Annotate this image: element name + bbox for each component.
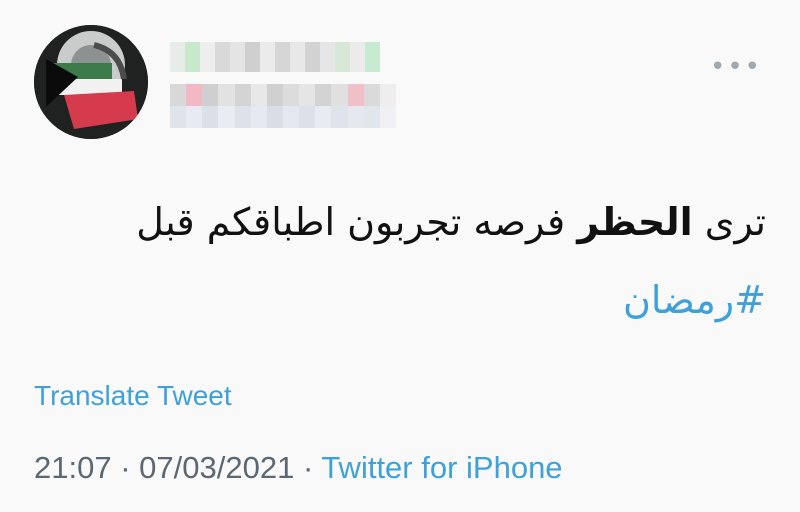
hashtag-link[interactable]: #رمضان [623,274,766,326]
tweet-date[interactable]: 07/03/2021 [139,450,294,485]
tweet-text-part: فرصه تجربون اطباقكم قبل [136,200,578,244]
tweet-text-bold: الحظر [577,200,693,244]
avatar[interactable] [34,25,148,139]
tweet-card: ••• ترى الحظر فرصه تجربون اطباقكم قبل #ر… [0,0,800,512]
meta-separator: · [302,450,314,485]
meta-separator: · [120,450,131,485]
tweet-metadata: 21:07 · 07/03/2021 · Twitter for iPhone [34,450,563,486]
avatar-image [34,25,148,139]
blurred-display-name [170,42,380,72]
translate-tweet-link[interactable]: Translate Tweet [34,380,232,412]
tweet-source-link[interactable]: Twitter for iPhone [321,450,562,485]
tweet-text: ترى الحظر فرصه تجربون اطباقكم قبل [66,196,766,248]
tweet-time: 21:07 [34,450,112,485]
tweet-text-part: ترى [692,200,766,244]
more-options-icon[interactable]: ••• [710,54,762,80]
blurred-username [170,84,396,128]
